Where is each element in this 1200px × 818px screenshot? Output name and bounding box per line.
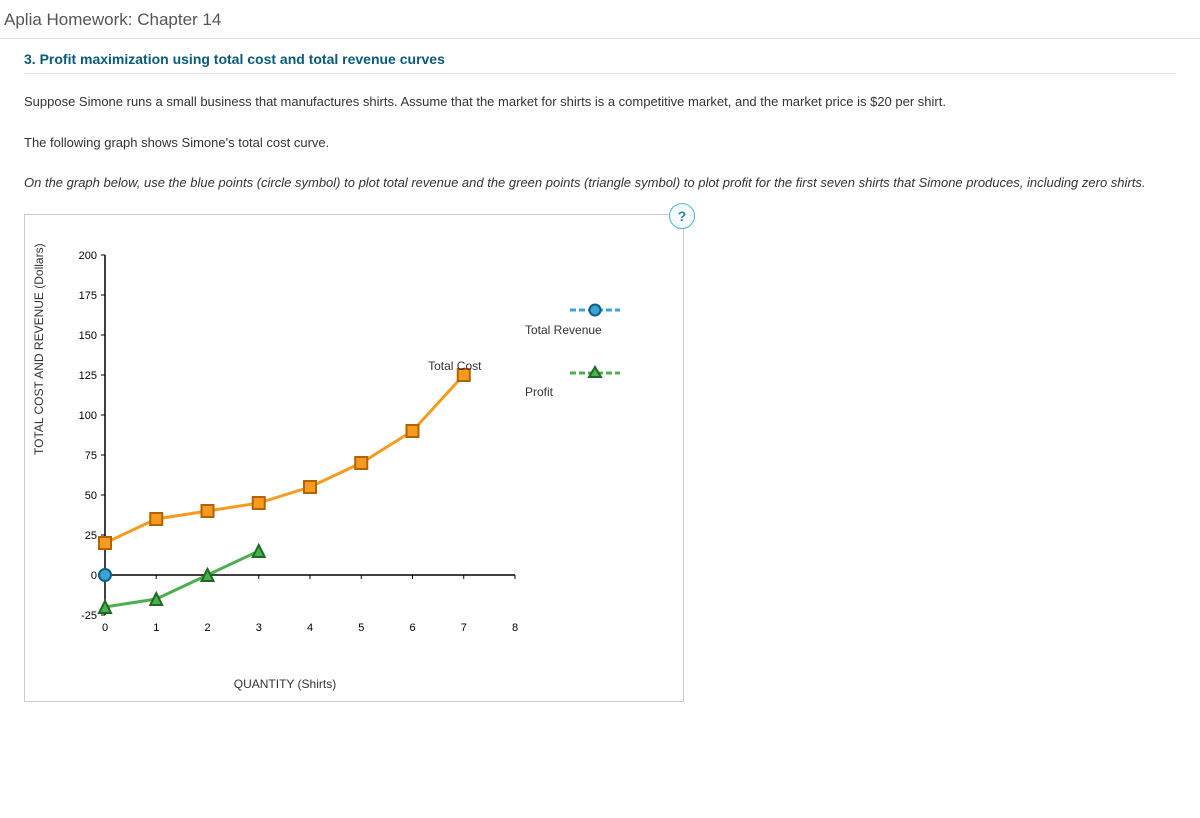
chart-svg[interactable]: -25 0 25 50 75 100 125 150 175 200 0 1 2 3 4 5 6 7 8 <box>45 235 525 655</box>
question-para-2: The following graph shows Simone's total… <box>24 131 1176 156</box>
svg-text:200: 200 <box>79 250 97 262</box>
total-cost-inline-label: Total Cost <box>428 359 481 373</box>
y-axis-label: TOTAL COST AND REVENUE (Dollars) <box>32 243 46 455</box>
svg-text:0: 0 <box>102 622 108 634</box>
svg-text:3: 3 <box>256 622 262 634</box>
page-header: Aplia Homework: Chapter 14 <box>0 0 1200 39</box>
svg-text:50: 50 <box>85 490 97 502</box>
legend: Total Revenue Profit <box>525 275 665 425</box>
question-para-1: Suppose Simone runs a small business tha… <box>24 90 1176 115</box>
svg-text:125: 125 <box>79 370 97 382</box>
legend-total-revenue[interactable]: Total Revenue <box>525 301 665 337</box>
svg-text:1: 1 <box>153 622 159 634</box>
legend-triangle-icon <box>525 363 665 381</box>
legend-profit[interactable]: Profit <box>525 363 665 399</box>
svg-text:5: 5 <box>358 622 364 634</box>
help-icon: ? <box>678 208 687 224</box>
svg-text:2: 2 <box>204 622 210 634</box>
content: 3. Profit maximization using total cost … <box>0 39 1200 714</box>
svg-text:-25: -25 <box>81 610 97 622</box>
svg-text:6: 6 <box>409 622 415 634</box>
svg-text:8: 8 <box>512 622 518 634</box>
svg-text:0: 0 <box>91 570 97 582</box>
svg-text:150: 150 <box>79 330 97 342</box>
help-button[interactable]: ? <box>669 203 695 229</box>
graph-container: ? -250255075100125150175200012345678 Tot… <box>24 214 684 702</box>
svg-text:25: 25 <box>85 530 97 542</box>
legend-circle-icon <box>525 301 665 319</box>
question-instructions: On the graph below, use the blue points … <box>24 171 1176 196</box>
svg-text:75: 75 <box>85 450 97 462</box>
x-axis-label: QUANTITY (Shirts) <box>85 677 485 691</box>
svg-text:7: 7 <box>461 622 467 634</box>
page-title: Aplia Homework: Chapter 14 <box>4 10 221 29</box>
plot-area[interactable]: -25 0 25 50 75 100 125 150 175 200 0 1 2 3 4 5 6 7 8 Total… <box>45 235 665 675</box>
question-title: 3. Profit maximization using total cost … <box>24 51 1176 74</box>
svg-text:100: 100 <box>79 410 97 422</box>
svg-text:175: 175 <box>79 290 97 302</box>
legend-total-revenue-label: Total Revenue <box>525 323 665 337</box>
svg-text:4: 4 <box>307 622 313 634</box>
legend-profit-label: Profit <box>525 385 665 399</box>
